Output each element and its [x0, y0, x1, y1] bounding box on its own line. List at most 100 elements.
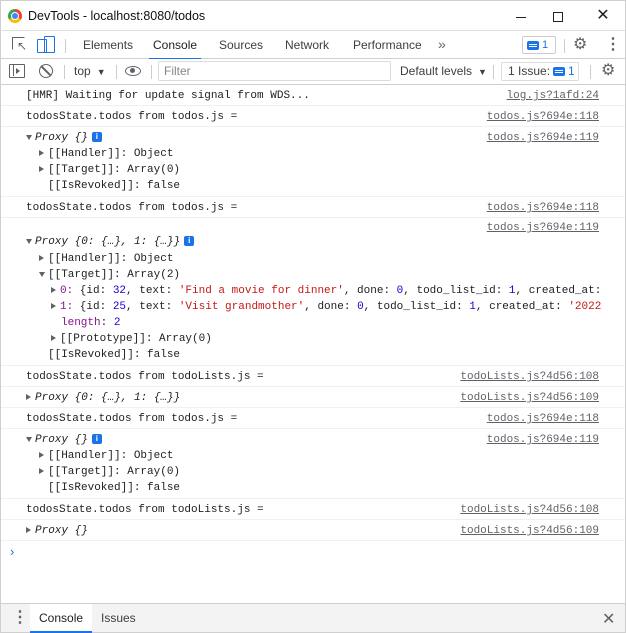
divider: [64, 65, 65, 79]
collapsed-triangle-icon: [26, 394, 31, 401]
message-icon: [553, 67, 566, 77]
item-index: 0:: [60, 285, 74, 297]
source-link[interactable]: todos.js?694e:119: [487, 432, 599, 448]
item-text: , todo_list_id:: [403, 285, 509, 297]
divider: [151, 65, 152, 79]
tree-node[interactable]: [[Target]]: Array(0): [39, 464, 180, 480]
log-text: todosState.todos from todoLists.js =: [26, 504, 264, 516]
proxy-object-toggle[interactable]: Proxy {} i: [26, 432, 102, 448]
length-key: length: [61, 317, 101, 329]
log-text: todosState.todos from todos.js =: [26, 413, 238, 425]
proxy-summary: Proxy {}: [35, 525, 88, 537]
console-message: Proxy {} todoLists.js?4d56:109: [1, 520, 625, 541]
expanded-triangle-icon: [26, 436, 32, 442]
log-levels-dropdown[interactable]: Default levels ▼: [400, 64, 487, 78]
minimize-icon: [516, 16, 526, 18]
source-link[interactable]: todos.js?694e:119: [487, 220, 599, 236]
drawer-tab-issues[interactable]: Issues: [92, 604, 145, 633]
console-message: [HMR] Waiting for update signal from WDS…: [1, 85, 625, 106]
item-list-id: 1: [469, 301, 476, 313]
item-text: , done:: [304, 301, 358, 313]
chevron-down-icon: ▼: [96, 67, 106, 77]
live-expression-eye-icon[interactable]: [125, 66, 141, 76]
issues-count: 1: [568, 64, 575, 78]
minimize-button[interactable]: [501, 3, 541, 29]
collapsed-triangle-icon: [51, 303, 56, 310]
console-message: todosState.todos from todos.js = todos.j…: [1, 408, 625, 429]
console-message: todosState.todos from todos.js = todos.j…: [1, 197, 625, 218]
proxy-object-toggle[interactable]: Proxy {0: {…}, 1: {…}} i: [26, 234, 195, 250]
context-value: top: [74, 64, 91, 78]
inspect-element-icon[interactable]: [11, 36, 29, 54]
console-message: Proxy {0: {…}, 1: {…}} todoLists.js?4d56…: [1, 387, 625, 408]
source-link[interactable]: todos.js?694e:118: [487, 200, 599, 216]
tree-leaf: [[IsRevoked]]: false: [48, 180, 181, 192]
source-link[interactable]: todos.js?694e:118: [487, 411, 599, 427]
message-icon: [527, 40, 539, 50]
proxy-summary: Proxy {}: [35, 434, 88, 446]
source-link[interactable]: todos.js?694e:118: [487, 109, 599, 125]
collapsed-triangle-icon: [39, 150, 44, 157]
tab-elements[interactable]: Elements: [79, 31, 137, 59]
divider: [590, 65, 591, 79]
source-link[interactable]: todoLists.js?4d56:109: [460, 390, 599, 406]
tree-node[interactable]: [[Target]]: Array(0): [39, 162, 180, 178]
proxy-object-toggle[interactable]: Proxy {}: [26, 523, 88, 539]
proxy-summary: Proxy {0: {…}, 1: {…}}: [35, 392, 181, 404]
more-options-icon[interactable]: ⋮: [605, 36, 621, 54]
array-item[interactable]: 1: {id: 25, text: 'Visit grandmother', d…: [51, 299, 601, 315]
length-value: 2: [113, 317, 121, 329]
settings-gear-icon[interactable]: ⚙: [573, 36, 587, 54]
console-message: todosState.todos from todoLists.js = tod…: [1, 499, 625, 520]
maximize-icon: [553, 12, 563, 23]
show-sidebar-icon[interactable]: [9, 64, 25, 78]
console-message: Proxy {} i todos.js?694e:119 [[Handler]]:…: [1, 429, 625, 499]
panel-tabbar: Elements Console Sources Network Perform…: [0, 30, 626, 60]
expanded-triangle-icon: [26, 238, 32, 244]
array-item[interactable]: 0: {id: 32, text: 'Find a movie for dinn…: [51, 283, 601, 299]
messages-count: 1: [542, 39, 549, 51]
source-link[interactable]: log.js?1afd:24: [507, 88, 599, 104]
maximize-button[interactable]: [538, 3, 578, 29]
node-label: [[Target]]: Array(2): [48, 269, 181, 281]
tree-node[interactable]: [[Handler]]: Object: [39, 146, 173, 162]
source-link[interactable]: todoLists.js?4d56:108: [460, 502, 599, 518]
item-text: {id:: [73, 301, 113, 313]
tab-console[interactable]: Console: [149, 31, 202, 60]
drawer-tab-console[interactable]: Console: [30, 604, 93, 633]
console-settings-gear-icon[interactable]: ⚙: [601, 62, 615, 80]
source-link[interactable]: todoLists.js?4d56:108: [460, 369, 599, 385]
console-prompt[interactable]: ›: [10, 544, 14, 559]
proxy-object-toggle[interactable]: Proxy {} i: [26, 130, 102, 146]
item-text: {id:: [73, 285, 113, 297]
tab-performance[interactable]: Performance: [349, 31, 426, 59]
drawer-menu-icon[interactable]: ⋮: [12, 609, 28, 627]
item-created-at: '2022: [568, 301, 602, 313]
issues-label: 1 Issue:: [508, 64, 551, 78]
console-message: todos.js?694e:119 Proxy {0: {…}, 1: {…}}…: [1, 218, 625, 366]
tree-node[interactable]: [[Target]]: Array(2): [39, 267, 180, 283]
issues-button[interactable]: 1 Issue: 1: [501, 62, 579, 81]
close-drawer-icon[interactable]: ✕: [602, 609, 615, 629]
proxy-object-toggle[interactable]: Proxy {0: {…}, 1: {…}}: [26, 390, 180, 406]
source-link[interactable]: todoLists.js?4d56:109: [460, 523, 599, 539]
tab-network[interactable]: Network: [281, 31, 333, 59]
tree-node[interactable]: [[Prototype]]: Array(0): [51, 331, 212, 347]
filter-input[interactable]: [158, 61, 391, 81]
source-link[interactable]: todos.js?694e:119: [487, 130, 599, 146]
clear-console-icon[interactable]: [39, 64, 53, 78]
tree-node[interactable]: [[Handler]]: Object: [39, 251, 173, 267]
node-label: [[Target]]: Array(0): [48, 466, 181, 478]
collapsed-triangle-icon: [39, 255, 44, 262]
collapsed-triangle-icon: [39, 468, 44, 475]
tree-leaf: [[IsRevoked]]: false: [48, 349, 181, 361]
context-selector[interactable]: top ▼: [74, 64, 106, 78]
divider: [65, 39, 66, 53]
tree-node[interactable]: [[Handler]]: Object: [39, 448, 173, 464]
tab-sources[interactable]: Sources: [215, 31, 267, 59]
device-toolbar-icon[interactable]: [37, 36, 55, 54]
messages-badge[interactable]: 1: [522, 36, 556, 54]
more-tabs-icon[interactable]: »: [438, 36, 446, 52]
divider: [493, 65, 494, 79]
close-window-button[interactable]: ✕: [583, 3, 623, 29]
